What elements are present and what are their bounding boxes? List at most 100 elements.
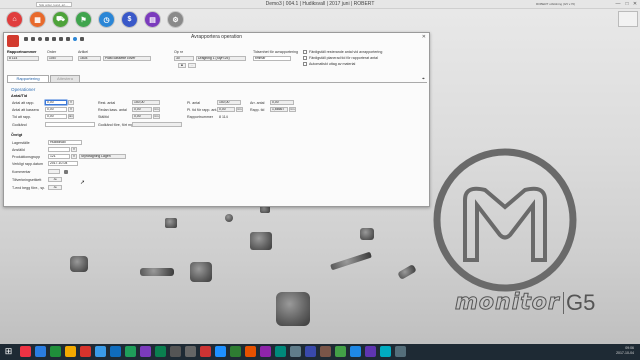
quicklaunch-settings-icon[interactable]: ⚙ — [168, 12, 183, 27]
previous-record-icon[interactable] — [52, 37, 56, 41]
dialog-close-button[interactable]: ✕ — [422, 34, 426, 40]
tid-rapp-unit[interactable]: tim — [68, 114, 74, 119]
taskbar-app-icon[interactable] — [140, 346, 151, 357]
taskbar-app-icon[interactable] — [50, 346, 61, 357]
rapportnummer-label: Rapportnummer — [7, 50, 37, 54]
quicklaunch-home-icon[interactable]: ⌂ — [7, 12, 22, 27]
taskbar-app-icon[interactable] — [305, 346, 316, 357]
operationer-heading: Operationer — [11, 87, 36, 92]
tbegg-toggle[interactable]: Ja — [48, 185, 62, 190]
taskbar-app-icon[interactable] — [185, 346, 196, 357]
taskbar-app-icon[interactable] — [20, 346, 31, 357]
pl-tid-unit: tim — [236, 107, 243, 112]
camera-icon[interactable]: ■ — [178, 63, 186, 68]
bolt-decoration — [190, 262, 212, 282]
lagerstalle-label: Lagerställe — [12, 141, 30, 145]
taskbar-app-icon[interactable] — [275, 346, 286, 357]
antal-kasser-unit[interactable]: ▾ — [68, 107, 74, 112]
artikel-name-field: Plast cassette cover — [103, 56, 151, 61]
produktionsgrupp-input[interactable]: 121 — [48, 154, 70, 159]
taskbar-app-icon[interactable] — [335, 346, 346, 357]
quicklaunch-finance-icon[interactable]: $ — [122, 12, 137, 27]
anstalld-dropdown[interactable]: ▾ — [71, 147, 77, 152]
close-window-button[interactable]: ✕ — [631, 1, 639, 7]
settings-icon[interactable] — [80, 37, 84, 41]
taskbar-app-icon[interactable] — [290, 346, 301, 357]
maximize-button[interactable]: □ — [623, 1, 631, 7]
antal-kasser-input[interactable]: 0,00 — [45, 107, 67, 112]
taskbar-app-icon[interactable] — [170, 346, 181, 357]
pl-tid-field: 0,00 — [217, 107, 235, 112]
quicklaunch-orders-icon[interactable]: ▦ — [30, 12, 45, 27]
taskbar-app-icon[interactable] — [320, 346, 331, 357]
rest-kass-label: Redan kass. antal — [98, 108, 127, 112]
stalltid-label: Ställtid — [98, 115, 109, 119]
taskbar-app-icon[interactable] — [110, 346, 121, 357]
chk-fardigstall-tid[interactable] — [303, 56, 307, 60]
taskbar-app-icon[interactable] — [380, 346, 391, 357]
quicklaunch-production-icon[interactable]: ⚑ — [76, 12, 91, 27]
brand-divider — [563, 292, 564, 314]
taskbar-app-icon[interactable] — [395, 346, 406, 357]
taskbar-app-icon[interactable] — [260, 346, 271, 357]
help-icon[interactable] — [73, 37, 77, 41]
taskbar-app-icon[interactable] — [230, 346, 241, 357]
rest-antal-label: Rest. antal — [98, 101, 116, 105]
taskbar-app-icon[interactable] — [245, 346, 256, 357]
windows-start-icon[interactable]: ⊞ — [3, 346, 14, 357]
taskbar-app-icon[interactable] — [95, 346, 106, 357]
tillverkningsetikett-toggle[interactable]: Ja — [48, 177, 62, 182]
chk-fardigstall-resterande[interactable] — [303, 50, 307, 54]
taskbar-app-icon[interactable] — [365, 346, 376, 357]
tid-rapp-input[interactable]: 0,00 — [45, 114, 67, 119]
app-logo-icon — [7, 35, 19, 47]
search-icon[interactable] — [38, 37, 42, 41]
chk-fardigstall-resterande-label: Färdigställ resterande antal vid avrappo… — [309, 50, 383, 54]
kommentar-button[interactable] — [48, 169, 60, 174]
godkand-input[interactable] — [45, 122, 95, 127]
taskbar-app-icon[interactable] — [200, 346, 211, 357]
godkand-fmg-field — [132, 122, 182, 127]
op-field: 30 — [174, 56, 194, 61]
tab-attestera[interactable]: Attestera — [50, 75, 80, 82]
taskbar-app-icon[interactable] — [350, 346, 361, 357]
first-record-icon[interactable] — [45, 37, 49, 41]
print-icon[interactable] — [31, 37, 35, 41]
anstalld-input[interactable] — [48, 147, 70, 152]
anstalld-label: Anställd — [12, 148, 25, 152]
chk-automatiskt-uttag[interactable] — [303, 62, 307, 66]
tid-rapp-label: Tid att rapp. — [12, 115, 32, 119]
pin-icon[interactable]: ⌖ — [422, 76, 425, 82]
chk-automatiskt-uttag-label: Automatiskt uttag av material — [309, 62, 356, 66]
produktionsgrupp-name: Styrdragning Lagen — [79, 154, 126, 159]
pl-antal-field: 150,00 — [217, 100, 241, 105]
taskbar-app-icon[interactable] — [65, 346, 76, 357]
rest-kass-field: 0,00 — [132, 107, 152, 112]
order-label: Order — [47, 50, 57, 54]
minimize-button[interactable]: — — [614, 1, 622, 7]
antal-rapp-input[interactable]: 0,00 — [45, 100, 67, 105]
tab-rapportering[interactable]: Rapportering — [7, 75, 49, 82]
lookup-button[interactable]: … — [188, 63, 196, 68]
tidsenhet-select[interactable]: timmar — [253, 56, 291, 61]
attachment-icon[interactable] — [64, 170, 68, 174]
antal-rapp-unit[interactable]: ▾ — [68, 100, 74, 105]
save-icon[interactable] — [24, 37, 28, 41]
lagerstalle-input[interactable]: Hudiksvall — [48, 140, 82, 145]
quicklaunch-purchase-icon[interactable]: ⛟ — [53, 12, 68, 27]
chk-fardigstall-tid-label: Färdigställ planerad tid för rapporterat… — [309, 56, 378, 60]
last-record-icon[interactable] — [66, 37, 70, 41]
taskbar-app-icon[interactable] — [35, 346, 46, 357]
verkligt-datum-input[interactable]: 2017-10-04 — [48, 161, 78, 166]
quicklaunch-calculator-icon[interactable]: ▤ — [145, 12, 160, 27]
taskbar-app-icon[interactable] — [215, 346, 226, 357]
taskbar-app-icon[interactable] — [80, 346, 91, 357]
order-field: 1057 — [47, 56, 73, 61]
produktionsgrupp-dropdown[interactable]: ▾ — [71, 154, 77, 159]
taskbar-app-icon[interactable] — [155, 346, 166, 357]
bolt-decoration — [250, 232, 272, 250]
next-record-icon[interactable] — [59, 37, 63, 41]
view-toggle-icon[interactable] — [618, 11, 638, 27]
quicklaunch-warehouse-icon[interactable]: ◷ — [99, 12, 114, 27]
taskbar-app-icon[interactable] — [125, 346, 136, 357]
